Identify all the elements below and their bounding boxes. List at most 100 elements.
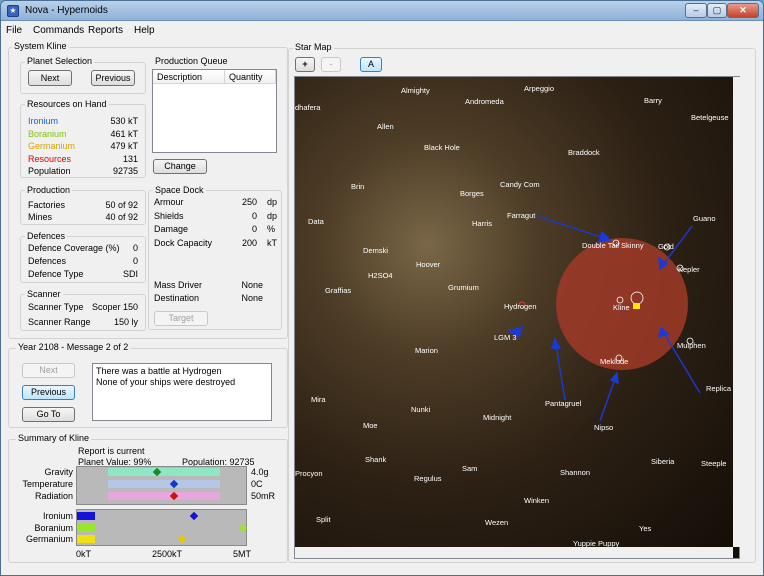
star-name-label[interactable]: Almighty [401, 86, 430, 95]
change-queue-button[interactable]: Change [153, 159, 207, 174]
col-description[interactable]: Description [153, 70, 225, 84]
star-name-label[interactable]: Marion [415, 346, 438, 355]
star-name-label[interactable]: Kepler [678, 265, 700, 274]
map-vertical-scrollbar[interactable] [733, 77, 740, 547]
target-button[interactable]: Target [154, 311, 208, 326]
mass-driver-value: None [241, 280, 263, 290]
star-name-label[interactable]: Black Hole [424, 143, 460, 152]
menu-reports[interactable]: Reports [88, 25, 123, 36]
star-name-label[interactable]: Farragut [507, 211, 535, 220]
star-name-label[interactable]: Nunki [411, 405, 430, 414]
mineral-bar [77, 535, 95, 543]
star-name-label[interactable]: Hydrogen [504, 302, 537, 311]
star-name-label[interactable]: Allen [377, 122, 394, 131]
minimize-button[interactable]: – [685, 3, 707, 18]
dock-stat-label: Shields [154, 210, 184, 221]
title-bar: ★ Nova - Hypernoids – ▢ ✕ [1, 1, 763, 21]
star-name-label[interactable]: Siberia [651, 457, 674, 466]
production-queue-list[interactable]: Description Quantity [152, 69, 277, 153]
star-name-label[interactable]: dhafera [295, 103, 320, 112]
zoom-out-button[interactable]: - [321, 57, 341, 72]
star-name-label[interactable]: Regulus [414, 474, 442, 483]
scanner-type-label: Scanner Type [28, 302, 84, 312]
resource-name: Population [28, 166, 71, 176]
star-name-label[interactable]: Nipso [594, 423, 613, 432]
star-name-label[interactable]: Betelgeuse [691, 113, 729, 122]
star-name-label[interactable]: Double Tail Skinny [582, 241, 644, 250]
menu-help[interactable]: Help [134, 25, 155, 36]
star-name-label[interactable]: Barry [644, 96, 662, 105]
production-queue-label: Production Queue [153, 56, 230, 66]
star-map-canvas[interactable]: Almighty Andromeda Arpeggio Barry dhafera Bet… [294, 76, 740, 559]
star-name-label[interactable]: Hoover [416, 260, 440, 269]
mineral-label: Ironium [42, 511, 73, 521]
star-name-label[interactable]: Gold [658, 242, 674, 251]
star-name-label[interactable]: Candy Com [500, 180, 540, 189]
minerals-chart [76, 509, 247, 546]
star-name-label[interactable]: Graffias [325, 286, 351, 295]
star-name-label[interactable]: Andromeda [465, 97, 504, 106]
star-name-label[interactable]: Shannon [560, 468, 590, 477]
zoom-in-button[interactable]: + [295, 57, 315, 72]
dock-stat-value: 0 [251, 224, 257, 234]
star-name-label[interactable]: LGM 3 [494, 333, 517, 342]
star-name-label[interactable]: Guano [693, 214, 716, 223]
message-previous-button[interactable]: Previous [22, 385, 75, 400]
scanner-range-label: Scanner Range [28, 317, 91, 327]
message-goto-button[interactable]: Go To [22, 407, 75, 422]
toggle-names-button[interactable]: A [360, 57, 382, 72]
star-name-label[interactable]: Pantagruel [545, 399, 581, 408]
star-name-label[interactable]: Winken [524, 496, 549, 505]
defences-count-value: 0 [132, 256, 138, 266]
star-name-label[interactable]: Procyon [295, 469, 323, 478]
axis-max: 5MT [233, 549, 251, 559]
star-name-label[interactable]: Brin [351, 182, 364, 191]
star-name-label[interactable]: Wezen [485, 518, 508, 527]
previous-planet-button[interactable]: Previous [91, 70, 135, 86]
destination-label: Destination [154, 293, 200, 303]
maximize-button[interactable]: ▢ [707, 3, 727, 18]
resource-value: 479 kT [110, 141, 138, 151]
star-name-label[interactable]: Kline [613, 303, 630, 312]
star-name-label[interactable]: Arpeggio [524, 84, 554, 93]
star-name-label[interactable]: Mira [311, 395, 326, 404]
resources-label: Resources on Hand [25, 99, 109, 109]
star-name-label[interactable]: Harris [472, 219, 492, 228]
star-name-label[interactable]: Split [316, 515, 331, 524]
next-planet-button[interactable]: Next [28, 70, 72, 86]
mines-value: 40 of 92 [105, 212, 138, 222]
close-button[interactable]: ✕ [727, 3, 759, 18]
star-name-label[interactable]: Braddock [568, 148, 600, 157]
star-name-label[interactable]: Midnight [483, 413, 511, 422]
star-name-label[interactable]: Borges [460, 189, 484, 198]
defences-label: Defences [25, 231, 68, 241]
star-name-label[interactable]: Demski [363, 246, 388, 255]
star-name-label[interactable]: Mulphen [677, 341, 706, 350]
dock-stat-value: 200 [241, 237, 257, 248]
star-name-label[interactable]: Shank [365, 455, 386, 464]
star-name-label[interactable]: H2SO4 [368, 271, 393, 280]
star-name-label[interactable]: Yes [639, 524, 651, 533]
menu-commands[interactable]: Commands [33, 25, 84, 36]
star-name-label[interactable]: Grumium [448, 283, 479, 292]
message-next-button[interactable]: Next [22, 363, 75, 378]
defences-count-label: Defences [28, 256, 67, 266]
main-window: ★ Nova - Hypernoids – ▢ ✕ File Commands … [0, 0, 764, 576]
star-name-label[interactable]: Sam [462, 464, 477, 473]
star-name-label[interactable]: Meklude [600, 357, 628, 366]
scanner-range-value: 150 ly [113, 317, 138, 327]
map-horizontal-scrollbar[interactable] [295, 547, 733, 558]
star-name-label[interactable]: Steeple [701, 459, 726, 468]
env-range-bar [108, 480, 220, 488]
star-name-label[interactable]: Moe [363, 421, 378, 430]
fleet-vector [536, 215, 611, 241]
col-quantity[interactable]: Quantity [225, 70, 276, 84]
star-name-label[interactable]: Replica [706, 384, 731, 393]
env-label: Temperature [22, 479, 73, 489]
planet-selection-label: Planet Selection [25, 56, 95, 66]
starbase-icon[interactable] [633, 303, 640, 309]
resource-value: 461 kT [110, 128, 138, 139]
star-name-label[interactable]: Data [308, 217, 324, 226]
menu-file[interactable]: File [6, 25, 22, 36]
resource-value: 92735 [112, 166, 138, 176]
